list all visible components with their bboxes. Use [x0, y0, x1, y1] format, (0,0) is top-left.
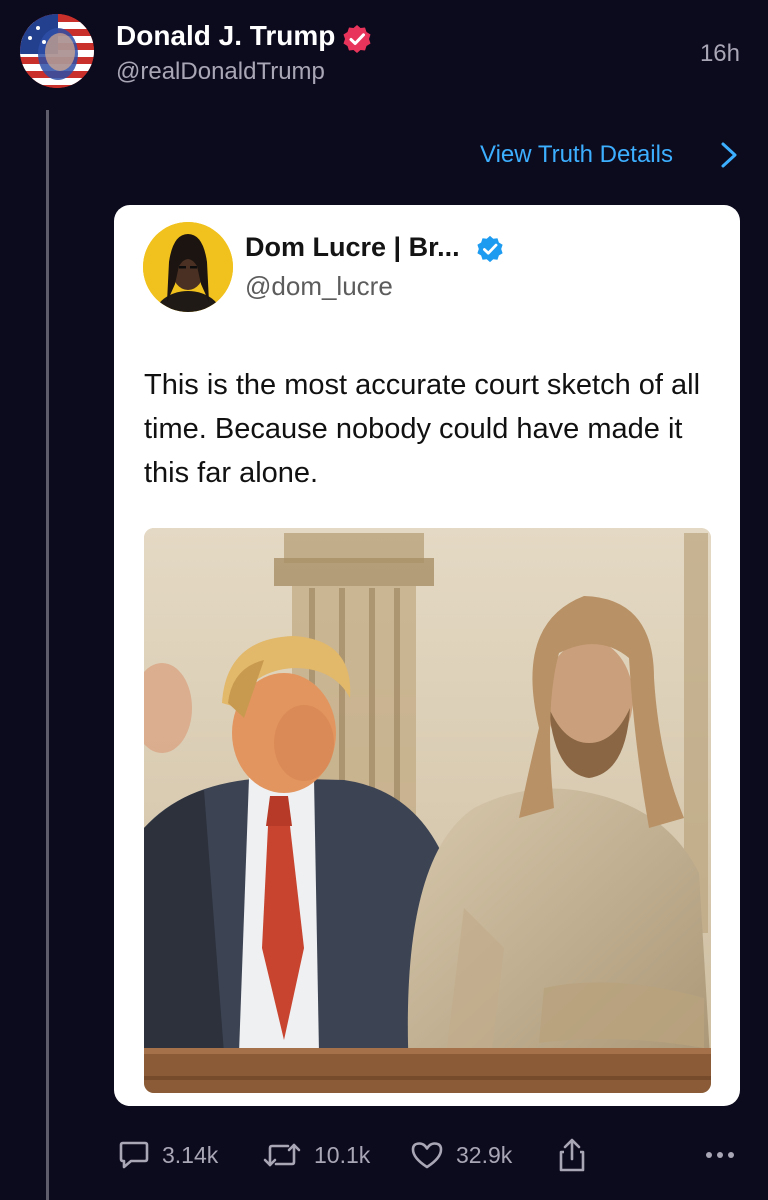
- author-avatar[interactable]: [20, 14, 94, 88]
- heart-icon: [411, 1142, 443, 1169]
- repost-arrows-icon: [263, 1143, 301, 1167]
- verified-check-icon: [477, 235, 503, 263]
- like-button[interactable]: 32.9k: [410, 1132, 512, 1178]
- view-truth-details-label[interactable]: View Truth Details: [480, 141, 673, 169]
- reply-button[interactable]: 3.14k: [118, 1132, 218, 1178]
- reply-count: 3.14k: [162, 1141, 219, 1168]
- embed-author-name[interactable]: Dom Lucre | Br...: [245, 232, 460, 263]
- embed-post-text: This is the most accurate court sketch o…: [144, 369, 701, 489]
- embed-author-avatar[interactable]: [143, 222, 233, 312]
- post-action-bar: 3.14k 10.1k 32.9k: [0, 1132, 768, 1178]
- like-count: 32.9k: [456, 1141, 513, 1168]
- post-header: Donald J. Trump @realDonaldTrump 16h: [20, 14, 748, 90]
- embed-author-handle[interactable]: @dom_lucre: [245, 271, 393, 302]
- court-sketch-image[interactable]: [144, 528, 711, 1093]
- more-options-button[interactable]: [704, 1132, 736, 1178]
- retruth-button[interactable]: 10.1k: [262, 1132, 370, 1178]
- chevron-right-icon[interactable]: [720, 141, 738, 169]
- retruth-count: 10.1k: [314, 1141, 371, 1168]
- share-button[interactable]: [556, 1132, 588, 1178]
- thread-line: [46, 110, 49, 1200]
- speech-bubble-icon: [119, 1141, 149, 1169]
- author-handle[interactable]: @realDonaldTrump: [116, 58, 325, 86]
- verified-check-icon: [343, 25, 371, 53]
- more-dots-icon: [706, 1152, 734, 1158]
- author-name[interactable]: Donald J. Trump: [116, 20, 335, 52]
- view-truth-details-link[interactable]: View Truth Details: [480, 138, 742, 172]
- embedded-post-card[interactable]: Dom Lucre | Br... @dom_lucre This is the…: [114, 205, 740, 1106]
- post-timestamp: 16h: [699, 40, 740, 67]
- share-icon: [559, 1138, 585, 1172]
